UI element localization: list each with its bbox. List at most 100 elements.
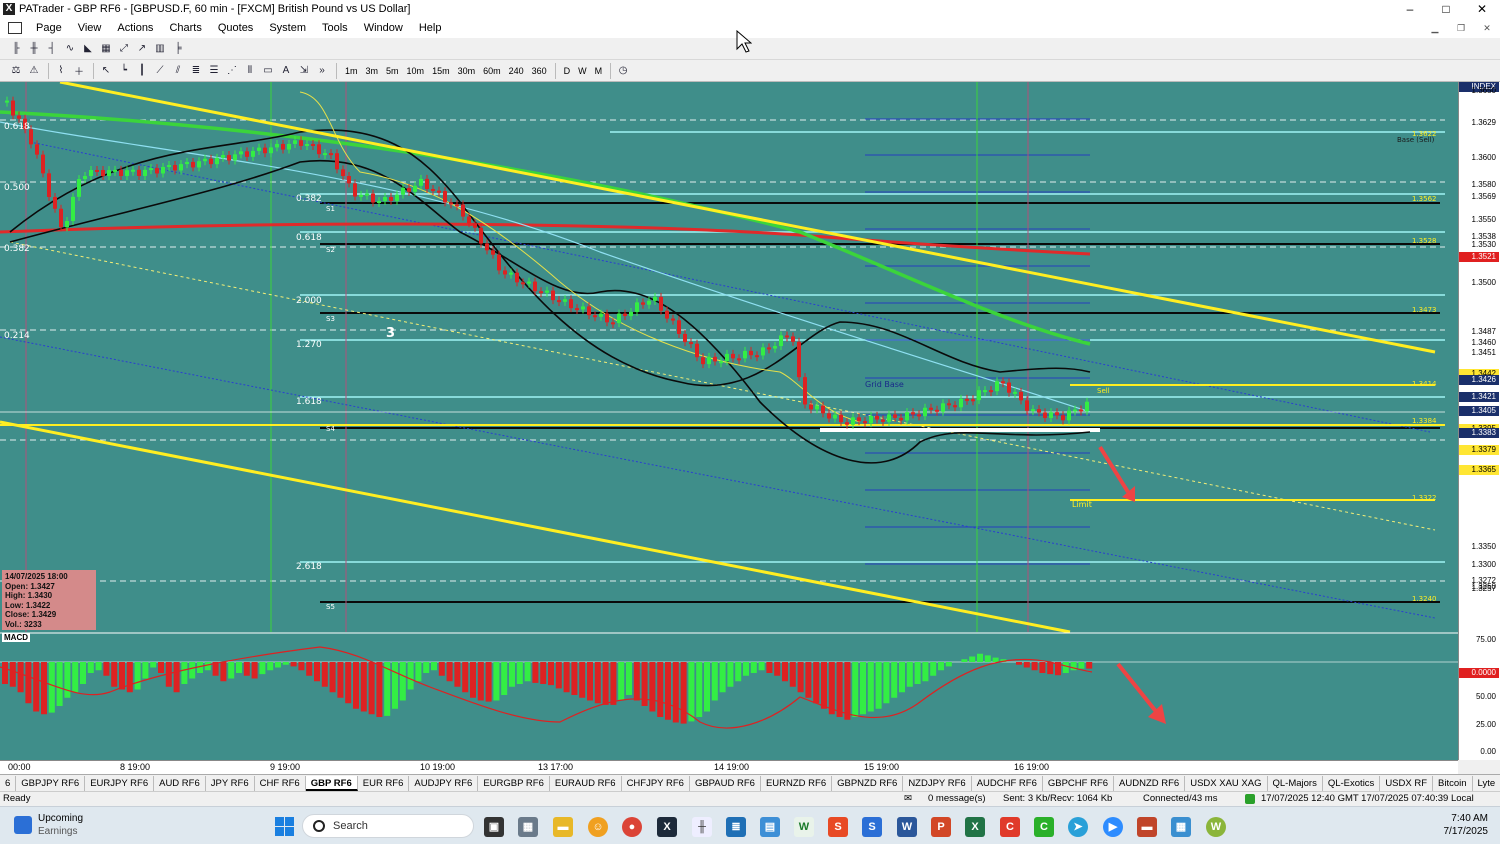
tf-1m[interactable]: 1m	[341, 66, 362, 76]
tf-3m[interactable]: 3m	[362, 66, 383, 76]
symbol-tab[interactable]: QL-Exotics	[1323, 775, 1381, 791]
widget-icon[interactable]	[14, 816, 32, 834]
slides-icon[interactable]: S	[828, 817, 848, 837]
rectangle-icon[interactable]: ▭	[260, 64, 276, 78]
vline-icon[interactable]: ┃	[134, 64, 150, 78]
clock-time[interactable]: 7:40 AM	[1451, 813, 1488, 824]
symbol-tab[interactable]: CHFJPY RF6	[622, 775, 690, 791]
menu-help[interactable]: Help	[411, 22, 450, 34]
image-app-icon[interactable]: ▤	[760, 817, 780, 837]
notes-icon[interactable]: ≣	[726, 817, 746, 837]
symbol-tab[interactable]: GBPAUD RF6	[690, 775, 761, 791]
symbol-tab[interactable]: AUDCHF RF6	[972, 775, 1043, 791]
tf-d[interactable]: D	[560, 66, 575, 76]
time-axis[interactable]: 00:00 8 19:00 9 19:00 10 19:00 13 17:00 …	[0, 760, 1458, 774]
symbol-tab[interactable]: QL-Majors	[1268, 775, 1323, 791]
symbol-tab[interactable]: GBPCHF RF6	[1043, 775, 1115, 791]
ohlc-chart-icon[interactable]: ┤	[44, 42, 60, 56]
tf-15m[interactable]: 15m	[428, 66, 454, 76]
menu-page[interactable]: Page	[28, 22, 70, 34]
symbol-tab[interactable]: GBPJPY RF6	[16, 775, 86, 791]
red-c-app-icon[interactable]: C	[1000, 817, 1020, 837]
price-chart[interactable]: 0.618 0.500 0.382 0.214 0.382 0.618 2.00…	[0, 82, 1458, 760]
s-app-icon[interactable]: S	[862, 817, 882, 837]
word-icon[interactable]: W	[897, 817, 917, 837]
chart-menu-icon[interactable]	[8, 22, 22, 34]
mdi-minimize-button[interactable]: ▁	[1422, 18, 1448, 38]
menu-view[interactable]: View	[70, 22, 110, 34]
excel-icon[interactable]: X	[965, 817, 985, 837]
maximize-button[interactable]: □	[1428, 0, 1464, 18]
symbol-tab[interactable]: EURGBP RF6	[478, 775, 550, 791]
zoom-chart-icon[interactable]: ⤢	[116, 42, 132, 56]
gann-icon[interactable]: ⋰	[224, 64, 240, 78]
area-chart-icon[interactable]: ◣	[80, 42, 96, 56]
tf-240[interactable]: 240	[505, 66, 528, 76]
symbol-tab[interactable]: EURAUD RF6	[550, 775, 622, 791]
status-messages[interactable]: 0 message(s)	[928, 793, 986, 804]
tf-360[interactable]: 360	[528, 66, 551, 76]
alert-icon[interactable]: ⚠	[26, 64, 42, 78]
mdi-restore-button[interactable]: ❐	[1448, 18, 1474, 38]
cursor-icon[interactable]: ↖	[98, 64, 114, 78]
calculator-icon[interactable]: ▦	[518, 817, 538, 837]
menu-charts[interactable]: Charts	[161, 22, 209, 34]
cycle-icon[interactable]: ⦀	[242, 64, 258, 78]
symbol-tab[interactable]: 6	[0, 775, 17, 791]
symbol-tab[interactable]: Bitcoin	[1433, 775, 1473, 791]
green-c-app-icon[interactable]: C	[1034, 817, 1054, 837]
w-app-icon[interactable]: W	[1206, 817, 1226, 837]
taskbar-search[interactable]: Search	[302, 814, 474, 838]
text-icon[interactable]: A	[278, 64, 294, 78]
trend-chart-icon[interactable]: ↗	[134, 42, 150, 56]
symbol-tab[interactable]: AUD RF6	[154, 775, 206, 791]
tf-30m[interactable]: 30m	[454, 66, 480, 76]
symbol-tab[interactable]: Lyte	[1473, 776, 1500, 791]
file-explorer-icon[interactable]: ▬	[553, 817, 573, 837]
menu-quotes[interactable]: Quotes	[210, 22, 261, 34]
price-axis[interactable]: INDEX 1.3650 1.3629 1.3600 1.3580 1.3569 1.355…	[1458, 82, 1500, 760]
clock-date[interactable]: 7/17/2025	[1444, 826, 1489, 837]
powerpoint-icon[interactable]: P	[931, 817, 951, 837]
bar-chart-icon[interactable]: ╟	[8, 42, 24, 56]
menu-tools[interactable]: Tools	[314, 22, 356, 34]
zoom-icon[interactable]: ▶	[1103, 817, 1123, 837]
tf-5m[interactable]: 5m	[382, 66, 403, 76]
symbol-tab[interactable]: EUR RF6	[358, 775, 410, 791]
menu-actions[interactable]: Actions	[109, 22, 161, 34]
widget-subtitle[interactable]: Earnings	[38, 826, 77, 837]
patrader-icon[interactable]: X	[657, 817, 677, 837]
widget-title[interactable]: Upcoming	[38, 813, 83, 824]
fib-extension-icon[interactable]: ☰	[206, 64, 222, 78]
more-tools-icon[interactable]: »	[314, 64, 330, 78]
task-view-icon[interactable]: ▣	[484, 817, 504, 837]
chrome-icon[interactable]: ●	[622, 817, 642, 837]
chart-area[interactable]: 0.618 0.500 0.382 0.214 0.382 0.618 2.00…	[0, 82, 1500, 760]
tf-m[interactable]: M	[591, 66, 607, 76]
arrow-icon[interactable]: ⇲	[296, 64, 312, 78]
symbol-tab[interactable]: GBP RF6	[305, 775, 358, 791]
candle-chart-icon[interactable]: ╫	[26, 42, 42, 56]
store-icon[interactable]: ▦	[1171, 817, 1191, 837]
renko-chart-icon[interactable]: ▦	[98, 42, 114, 56]
symbol-tab[interactable]: CHF RF6	[255, 775, 306, 791]
symbol-tab[interactable]: AUDNZD RF6	[1114, 775, 1186, 791]
indicator-icon[interactable]: ⌇	[53, 64, 69, 78]
tf-60m[interactable]: 60m	[479, 66, 505, 76]
menu-window[interactable]: Window	[356, 22, 411, 34]
trading-view-icon[interactable]: W	[794, 817, 814, 837]
symbol-tab[interactable]: USDX RF	[1380, 775, 1434, 791]
symbol-tab[interactable]: AUDJPY RF6	[409, 775, 479, 791]
windows-start-icon[interactable]	[275, 817, 295, 837]
telegram-icon[interactable]: ➤	[1068, 817, 1088, 837]
symbol-tab[interactable]: JPY RF6	[206, 775, 255, 791]
mail-icon[interactable]: ✉	[904, 793, 912, 804]
tf-w[interactable]: W	[574, 66, 591, 76]
menu-system[interactable]: System	[261, 22, 314, 34]
fib-retracement-icon[interactable]: ≣	[188, 64, 204, 78]
symbol-tab[interactable]: EURNZD RF6	[761, 775, 833, 791]
trade-icon[interactable]: ⚖	[8, 64, 24, 78]
app-orange-icon[interactable]: ☺	[588, 817, 608, 837]
symbol-tab[interactable]: EURJPY RF6	[85, 775, 155, 791]
clock-icon[interactable]: ◷	[615, 64, 631, 78]
